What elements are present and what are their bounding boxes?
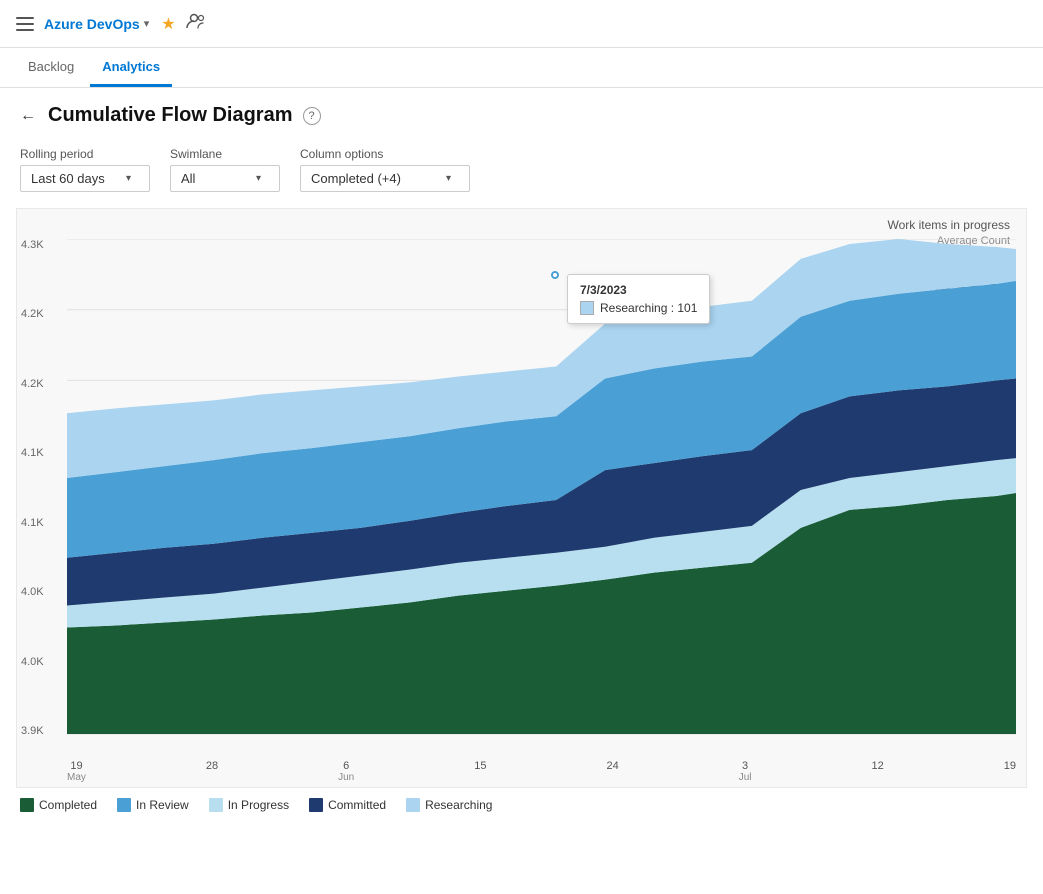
legend-color-in-review <box>117 798 131 812</box>
back-button[interactable]: ← <box>20 107 36 125</box>
tooltip-date: 7/3/2023 <box>580 283 697 297</box>
y-label-2: 4.2K <box>21 308 44 320</box>
y-label-7: 4.0K <box>21 656 44 668</box>
x-label-4: 15 <box>474 760 486 783</box>
chart-area: Work items in progress Average Count 187… <box>16 208 1027 788</box>
y-label-6: 4.0K <box>21 586 44 598</box>
legend-label-in-review: In Review <box>136 798 189 812</box>
column-options-label: Column options <box>300 147 470 161</box>
swimlane-select[interactable]: All ▾ <box>170 165 280 192</box>
tab-backlog[interactable]: Backlog <box>16 51 86 87</box>
x-label-1: 19 May <box>67 760 86 783</box>
page-title: Cumulative Flow Diagram <box>48 104 293 127</box>
tooltip-item-1: Researching : 101 <box>580 301 697 315</box>
people-icon[interactable] <box>186 13 206 34</box>
x-label-5: 24 <box>606 760 618 783</box>
x-label-6: 3 Jul <box>739 760 752 783</box>
legend-color-researching <box>406 798 420 812</box>
swimlane-group: Swimlane All ▾ <box>170 147 280 192</box>
legend-committed[interactable]: Committed <box>309 798 386 812</box>
legend-completed[interactable]: Completed <box>20 798 97 812</box>
x-axis: 19 May 28 6 Jun 15 24 3 Jul 12 19 <box>67 760 1016 783</box>
x-label-7: 12 <box>871 760 883 783</box>
swimlane-label: Swimlane <box>170 147 280 161</box>
tooltip-dot <box>551 271 559 279</box>
y-axis: 4.3K 4.2K 4.2K 4.1K 4.1K 4.0K 4.0K 3.9K <box>21 239 44 737</box>
y-label-3: 4.2K <box>21 378 44 390</box>
chevron-down-icon: ▾ <box>256 173 261 184</box>
legend-in-progress[interactable]: In Progress <box>209 798 289 812</box>
x-label-2: 28 <box>206 760 218 783</box>
x-label-3: 6 Jun <box>338 760 354 783</box>
legend-color-committed <box>309 798 323 812</box>
y-label-5: 4.1K <box>21 517 44 529</box>
star-icon[interactable]: ★ <box>161 14 175 34</box>
chevron-down-icon: ▾ <box>446 173 451 184</box>
page-header: ← Cumulative Flow Diagram ? <box>0 88 1043 139</box>
chart-legend: Completed In Review In Progress Committe… <box>0 788 1043 822</box>
tab-analytics[interactable]: Analytics <box>90 51 172 87</box>
legend-label-researching: Researching <box>425 798 492 812</box>
y-label-8: 3.9K <box>21 725 44 737</box>
legend-color-in-progress <box>209 798 223 812</box>
tooltip-color-1 <box>580 301 594 315</box>
top-bar: Azure DevOps ▾ ★ <box>0 0 1043 48</box>
legend-color-completed <box>20 798 34 812</box>
work-items-label: Work items in progress <box>888 218 1010 232</box>
tooltip-label-1: Researching : 101 <box>600 301 697 315</box>
help-icon[interactable]: ? <box>303 107 321 125</box>
chevron-icon[interactable]: ▾ <box>144 17 150 30</box>
legend-label-committed: Committed <box>328 798 386 812</box>
rolling-period-label: Rolling period <box>20 147 150 161</box>
legend-label-in-progress: In Progress <box>228 798 289 812</box>
legend-in-review[interactable]: In Review <box>117 798 189 812</box>
hamburger-icon[interactable] <box>16 17 34 31</box>
chart-tooltip: 7/3/2023 Researching : 101 <box>567 274 710 324</box>
filters-bar: Rolling period Last 60 days ▾ Swimlane A… <box>0 139 1043 208</box>
legend-researching[interactable]: Researching <box>406 798 492 812</box>
x-label-8: 19 <box>1004 760 1016 783</box>
column-options-group: Column options Completed (+4) ▾ <box>300 147 470 192</box>
y-label-4: 4.1K <box>21 447 44 459</box>
y-label-1: 4.3K <box>21 239 44 251</box>
chevron-down-icon: ▾ <box>126 173 131 184</box>
column-options-select[interactable]: Completed (+4) ▾ <box>300 165 470 192</box>
legend-label-completed: Completed <box>39 798 97 812</box>
cumulative-flow-svg <box>67 239 1016 737</box>
app-title[interactable]: Azure DevOps <box>44 16 140 32</box>
nav-tabs: Backlog Analytics <box>0 48 1043 88</box>
rolling-period-select[interactable]: Last 60 days ▾ <box>20 165 150 192</box>
rolling-period-group: Rolling period Last 60 days ▾ <box>20 147 150 192</box>
